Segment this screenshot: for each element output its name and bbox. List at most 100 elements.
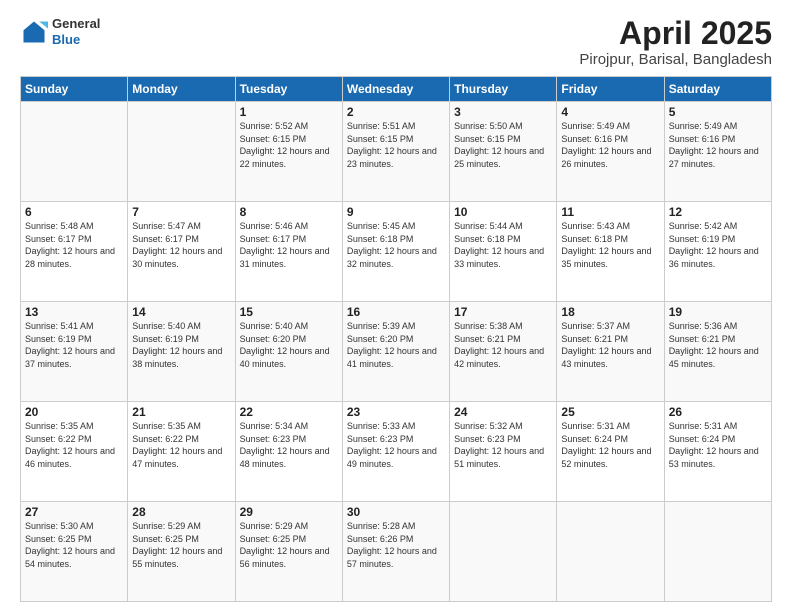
page: General Blue April 2025 Pirojpur, Barisa… bbox=[0, 0, 792, 612]
day-number: 5 bbox=[669, 105, 767, 119]
day-detail: Sunrise: 5:36 AMSunset: 6:21 PMDaylight:… bbox=[669, 320, 767, 370]
day-detail: Sunrise: 5:32 AMSunset: 6:23 PMDaylight:… bbox=[454, 420, 552, 470]
day-detail: Sunrise: 5:52 AMSunset: 6:15 PMDaylight:… bbox=[240, 120, 338, 170]
weekday-header-tuesday: Tuesday bbox=[235, 77, 342, 102]
day-cell: 6Sunrise: 5:48 AMSunset: 6:17 PMDaylight… bbox=[21, 202, 128, 302]
day-detail: Sunrise: 5:31 AMSunset: 6:24 PMDaylight:… bbox=[669, 420, 767, 470]
day-cell: 26Sunrise: 5:31 AMSunset: 6:24 PMDayligh… bbox=[664, 402, 771, 502]
day-cell: 14Sunrise: 5:40 AMSunset: 6:19 PMDayligh… bbox=[128, 302, 235, 402]
day-detail: Sunrise: 5:28 AMSunset: 6:26 PMDaylight:… bbox=[347, 520, 445, 570]
day-cell: 8Sunrise: 5:46 AMSunset: 6:17 PMDaylight… bbox=[235, 202, 342, 302]
day-detail: Sunrise: 5:29 AMSunset: 6:25 PMDaylight:… bbox=[132, 520, 230, 570]
day-detail: Sunrise: 5:42 AMSunset: 6:19 PMDaylight:… bbox=[669, 220, 767, 270]
day-cell: 25Sunrise: 5:31 AMSunset: 6:24 PMDayligh… bbox=[557, 402, 664, 502]
week-row-2: 6Sunrise: 5:48 AMSunset: 6:17 PMDaylight… bbox=[21, 202, 772, 302]
day-cell: 12Sunrise: 5:42 AMSunset: 6:19 PMDayligh… bbox=[664, 202, 771, 302]
day-number: 11 bbox=[561, 205, 659, 219]
day-cell: 5Sunrise: 5:49 AMSunset: 6:16 PMDaylight… bbox=[664, 102, 771, 202]
day-cell: 27Sunrise: 5:30 AMSunset: 6:25 PMDayligh… bbox=[21, 502, 128, 602]
week-row-3: 13Sunrise: 5:41 AMSunset: 6:19 PMDayligh… bbox=[21, 302, 772, 402]
weekday-header-wednesday: Wednesday bbox=[342, 77, 449, 102]
subtitle: Pirojpur, Barisal, Bangladesh bbox=[579, 51, 772, 68]
day-detail: Sunrise: 5:40 AMSunset: 6:19 PMDaylight:… bbox=[132, 320, 230, 370]
day-cell: 19Sunrise: 5:36 AMSunset: 6:21 PMDayligh… bbox=[664, 302, 771, 402]
day-number: 20 bbox=[25, 405, 123, 419]
day-cell: 2Sunrise: 5:51 AMSunset: 6:15 PMDaylight… bbox=[342, 102, 449, 202]
day-cell: 22Sunrise: 5:34 AMSunset: 6:23 PMDayligh… bbox=[235, 402, 342, 502]
day-cell: 16Sunrise: 5:39 AMSunset: 6:20 PMDayligh… bbox=[342, 302, 449, 402]
day-cell: 13Sunrise: 5:41 AMSunset: 6:19 PMDayligh… bbox=[21, 302, 128, 402]
day-cell: 7Sunrise: 5:47 AMSunset: 6:17 PMDaylight… bbox=[128, 202, 235, 302]
logo: General Blue bbox=[20, 16, 100, 47]
logo-text: General Blue bbox=[52, 16, 100, 47]
day-number: 2 bbox=[347, 105, 445, 119]
day-detail: Sunrise: 5:41 AMSunset: 6:19 PMDaylight:… bbox=[25, 320, 123, 370]
weekday-header-thursday: Thursday bbox=[450, 77, 557, 102]
day-cell: 18Sunrise: 5:37 AMSunset: 6:21 PMDayligh… bbox=[557, 302, 664, 402]
day-number: 23 bbox=[347, 405, 445, 419]
day-cell bbox=[664, 502, 771, 602]
day-number: 10 bbox=[454, 205, 552, 219]
day-number: 29 bbox=[240, 505, 338, 519]
day-number: 21 bbox=[132, 405, 230, 419]
day-number: 3 bbox=[454, 105, 552, 119]
weekday-header-friday: Friday bbox=[557, 77, 664, 102]
day-cell: 1Sunrise: 5:52 AMSunset: 6:15 PMDaylight… bbox=[235, 102, 342, 202]
header: General Blue April 2025 Pirojpur, Barisa… bbox=[20, 16, 772, 68]
header-row: SundayMondayTuesdayWednesdayThursdayFrid… bbox=[21, 77, 772, 102]
day-detail: Sunrise: 5:43 AMSunset: 6:18 PMDaylight:… bbox=[561, 220, 659, 270]
day-detail: Sunrise: 5:47 AMSunset: 6:17 PMDaylight:… bbox=[132, 220, 230, 270]
day-number: 1 bbox=[240, 105, 338, 119]
day-cell: 17Sunrise: 5:38 AMSunset: 6:21 PMDayligh… bbox=[450, 302, 557, 402]
week-row-1: 1Sunrise: 5:52 AMSunset: 6:15 PMDaylight… bbox=[21, 102, 772, 202]
day-detail: Sunrise: 5:35 AMSunset: 6:22 PMDaylight:… bbox=[25, 420, 123, 470]
day-detail: Sunrise: 5:35 AMSunset: 6:22 PMDaylight:… bbox=[132, 420, 230, 470]
day-cell bbox=[21, 102, 128, 202]
day-detail: Sunrise: 5:45 AMSunset: 6:18 PMDaylight:… bbox=[347, 220, 445, 270]
day-number: 8 bbox=[240, 205, 338, 219]
day-number: 26 bbox=[669, 405, 767, 419]
day-cell: 9Sunrise: 5:45 AMSunset: 6:18 PMDaylight… bbox=[342, 202, 449, 302]
logo-blue: Blue bbox=[52, 32, 100, 48]
day-cell: 3Sunrise: 5:50 AMSunset: 6:15 PMDaylight… bbox=[450, 102, 557, 202]
day-number: 6 bbox=[25, 205, 123, 219]
day-number: 14 bbox=[132, 305, 230, 319]
day-detail: Sunrise: 5:46 AMSunset: 6:17 PMDaylight:… bbox=[240, 220, 338, 270]
week-row-4: 20Sunrise: 5:35 AMSunset: 6:22 PMDayligh… bbox=[21, 402, 772, 502]
day-cell: 23Sunrise: 5:33 AMSunset: 6:23 PMDayligh… bbox=[342, 402, 449, 502]
weekday-header-sunday: Sunday bbox=[21, 77, 128, 102]
day-detail: Sunrise: 5:33 AMSunset: 6:23 PMDaylight:… bbox=[347, 420, 445, 470]
day-detail: Sunrise: 5:48 AMSunset: 6:17 PMDaylight:… bbox=[25, 220, 123, 270]
week-row-5: 27Sunrise: 5:30 AMSunset: 6:25 PMDayligh… bbox=[21, 502, 772, 602]
day-cell: 24Sunrise: 5:32 AMSunset: 6:23 PMDayligh… bbox=[450, 402, 557, 502]
weekday-header-monday: Monday bbox=[128, 77, 235, 102]
day-number: 24 bbox=[454, 405, 552, 419]
day-cell: 20Sunrise: 5:35 AMSunset: 6:22 PMDayligh… bbox=[21, 402, 128, 502]
day-number: 4 bbox=[561, 105, 659, 119]
day-cell bbox=[557, 502, 664, 602]
day-number: 28 bbox=[132, 505, 230, 519]
logo-icon bbox=[20, 18, 48, 46]
day-cell: 10Sunrise: 5:44 AMSunset: 6:18 PMDayligh… bbox=[450, 202, 557, 302]
logo-general: General bbox=[52, 16, 100, 32]
title-block: April 2025 Pirojpur, Barisal, Bangladesh bbox=[579, 16, 772, 68]
day-detail: Sunrise: 5:49 AMSunset: 6:16 PMDaylight:… bbox=[561, 120, 659, 170]
day-number: 9 bbox=[347, 205, 445, 219]
day-number: 16 bbox=[347, 305, 445, 319]
day-number: 15 bbox=[240, 305, 338, 319]
day-cell: 4Sunrise: 5:49 AMSunset: 6:16 PMDaylight… bbox=[557, 102, 664, 202]
day-cell: 28Sunrise: 5:29 AMSunset: 6:25 PMDayligh… bbox=[128, 502, 235, 602]
day-number: 27 bbox=[25, 505, 123, 519]
day-detail: Sunrise: 5:37 AMSunset: 6:21 PMDaylight:… bbox=[561, 320, 659, 370]
day-number: 12 bbox=[669, 205, 767, 219]
day-cell: 29Sunrise: 5:29 AMSunset: 6:25 PMDayligh… bbox=[235, 502, 342, 602]
day-detail: Sunrise: 5:34 AMSunset: 6:23 PMDaylight:… bbox=[240, 420, 338, 470]
day-cell bbox=[128, 102, 235, 202]
day-detail: Sunrise: 5:31 AMSunset: 6:24 PMDaylight:… bbox=[561, 420, 659, 470]
day-detail: Sunrise: 5:29 AMSunset: 6:25 PMDaylight:… bbox=[240, 520, 338, 570]
main-title: April 2025 bbox=[579, 16, 772, 51]
day-detail: Sunrise: 5:50 AMSunset: 6:15 PMDaylight:… bbox=[454, 120, 552, 170]
day-detail: Sunrise: 5:38 AMSunset: 6:21 PMDaylight:… bbox=[454, 320, 552, 370]
day-detail: Sunrise: 5:51 AMSunset: 6:15 PMDaylight:… bbox=[347, 120, 445, 170]
weekday-header-saturday: Saturday bbox=[664, 77, 771, 102]
